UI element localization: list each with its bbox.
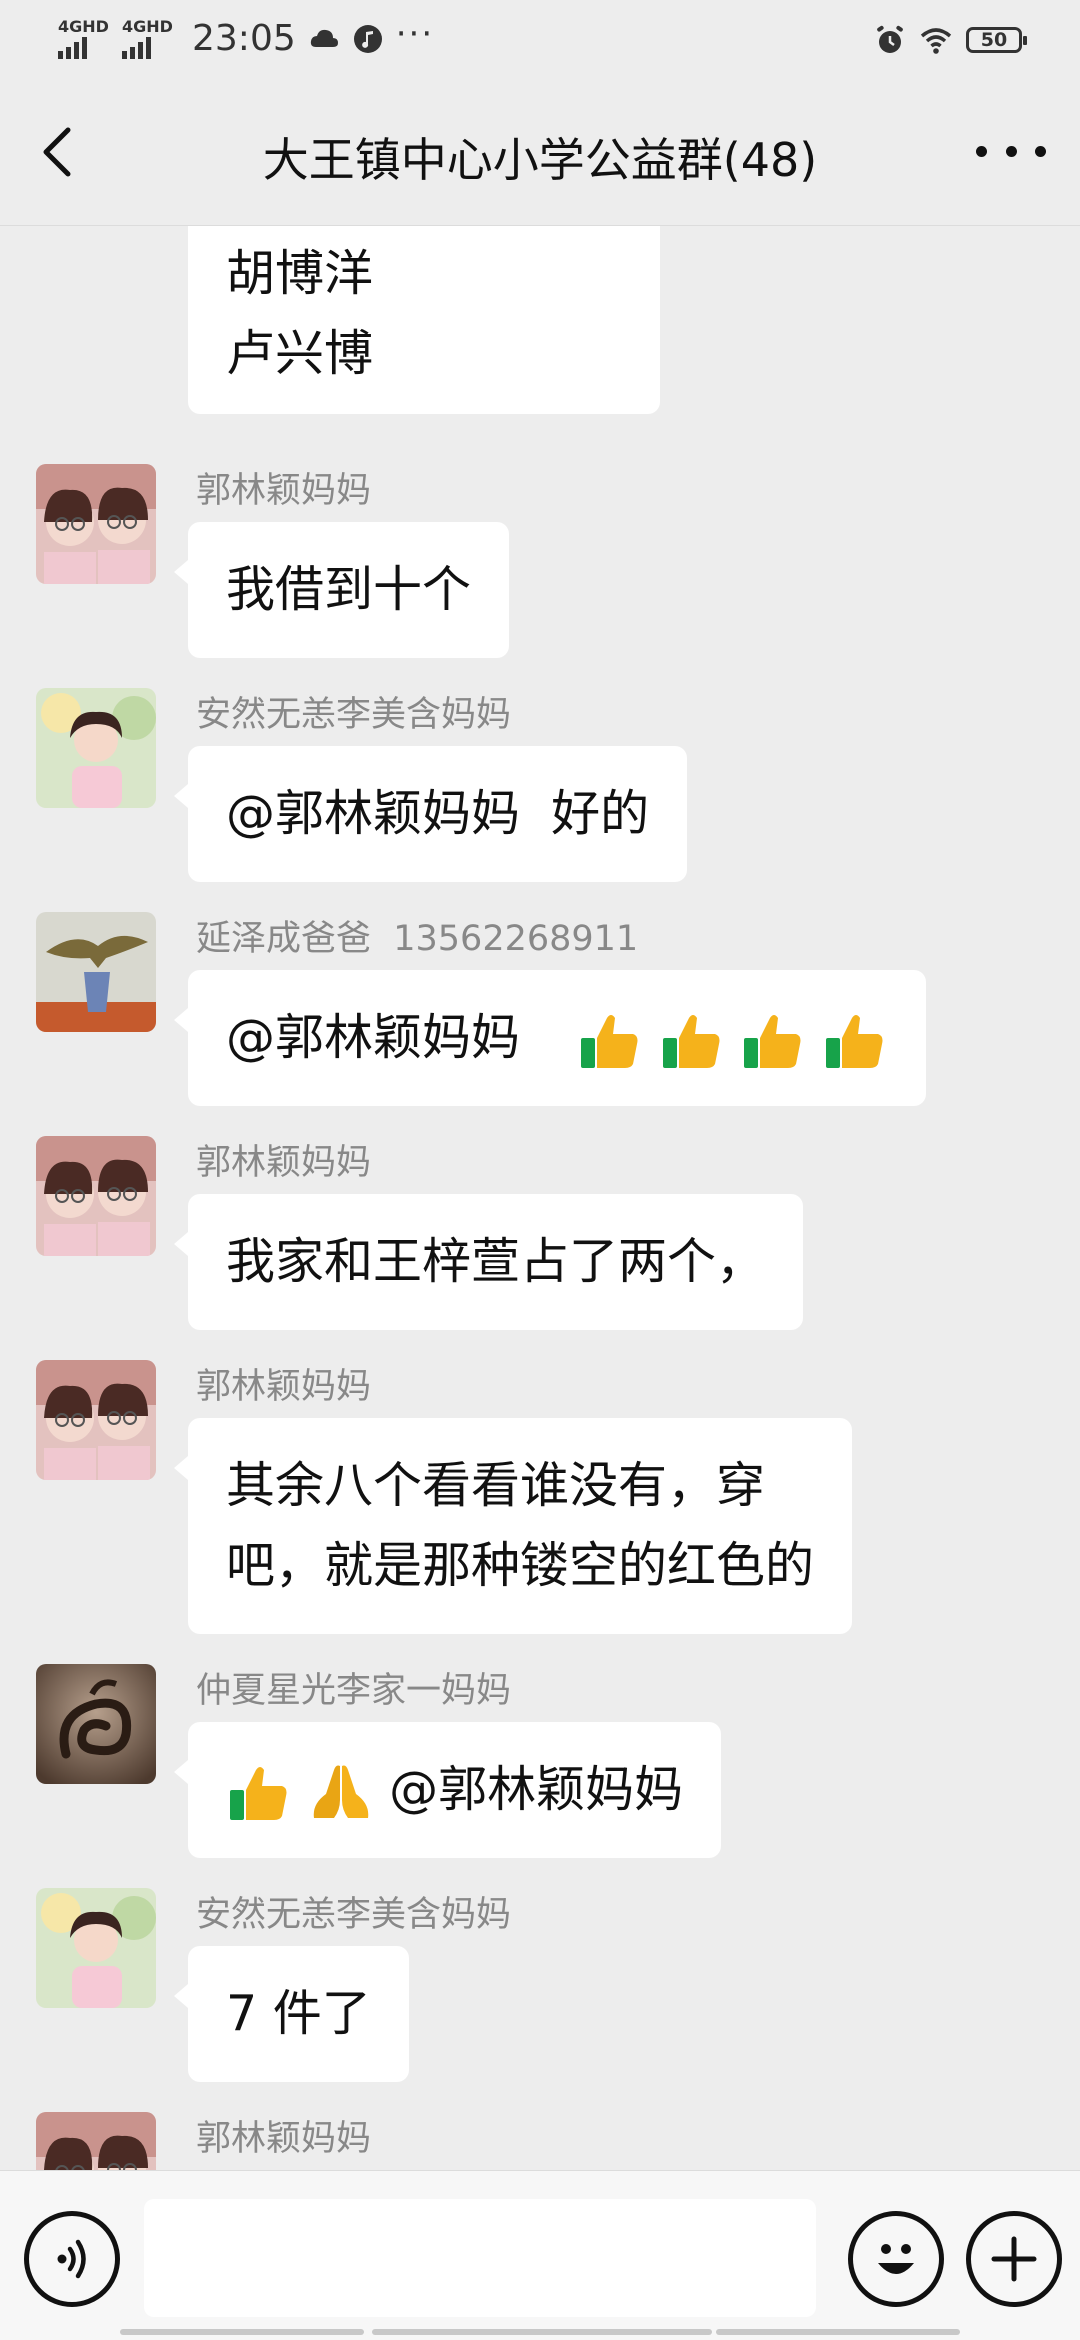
input-bar — [0, 2170, 1080, 2340]
message-bubble[interactable]: 胡博洋 卢兴博 — [188, 226, 660, 414]
alarm-icon — [877, 25, 903, 53]
sender-name: 安然无恙李美含妈妈 — [196, 1895, 512, 1935]
message-line: 胡博洋 — [226, 245, 374, 302]
gesture-bar — [716, 2329, 960, 2335]
message-bubble[interactable]: 我家和王梓萱占了两个， — [173, 1194, 804, 1330]
message-bubble[interactable]: @郭林颖妈妈 — [174, 970, 926, 1106]
chat-header: 大王镇中心小学公益群(48) — [0, 84, 1080, 226]
avatar[interactable] — [36, 464, 156, 584]
status-time: 23:05 — [192, 18, 296, 59]
thumbs-up-icon — [662, 1014, 720, 1068]
more-options-button[interactable] — [966, 2211, 1062, 2307]
sender-name: 仲夏星光李家一妈妈 — [196, 1671, 512, 1711]
gesture-bar — [372, 2329, 712, 2335]
message-bubble[interactable]: @郭林颖妈妈 — [173, 1722, 722, 1858]
message-text: @郭林颖妈妈 — [389, 1761, 684, 1818]
plus-icon — [991, 2236, 1037, 2282]
message-list[interactable]: 胡博洋 卢兴博 郭林颖妈妈 我借到十个 安然无恙李美含妈妈 @郭林颖妈妈 好的 … — [0, 226, 1080, 2170]
message-bubble[interactable]: @郭林颖妈妈 好的 — [173, 746, 688, 882]
praying-hands-icon — [313, 1765, 368, 1818]
more-notifications: ··· — [395, 13, 435, 54]
message-text: 我借到十个 — [226, 561, 472, 618]
message-input[interactable] — [144, 2199, 816, 2317]
thumbs-up-icon — [744, 1014, 801, 1068]
sender-name: 郭林颖妈妈 — [196, 1143, 372, 1183]
thumbs-up-icon — [230, 1766, 287, 1820]
signal-icon-2: 4GHD — [122, 18, 174, 59]
emoji-button[interactable] — [848, 2211, 944, 2307]
cloud-icon — [310, 29, 338, 47]
signal-icon: 4GHD — [58, 18, 110, 59]
thumbs-up-icon — [581, 1014, 638, 1068]
page-title: 大王镇中心小学公益群(48) — [262, 133, 818, 187]
thumbs-up-icon — [825, 1014, 883, 1068]
avatar[interactable] — [36, 1888, 156, 2008]
message-bubble[interactable]: 7 件了 — [174, 1946, 409, 2082]
sender-name: 延泽成爸爸 13562268911 — [196, 919, 639, 959]
battery-icon: 50 — [966, 27, 1027, 53]
avatar[interactable] — [36, 912, 156, 1032]
avatar[interactable] — [36, 688, 156, 808]
message-text: 我家和王梓萱占了两个， — [226, 1233, 766, 1290]
sender-name: 郭林颖妈妈 — [196, 471, 372, 511]
message-line: 吧，就是那种镂空的红色的 — [226, 1537, 815, 1594]
message-text: @郭林颖妈妈 — [226, 1009, 521, 1066]
message-line: 其余八个看看谁没有，穿 — [226, 1457, 766, 1514]
status-bar: 4GHD 4GHD 23:05 ··· 50 — [0, 0, 1080, 84]
avatar[interactable] — [36, 1360, 156, 1480]
sender-name: 郭林颖妈妈 — [196, 2119, 372, 2159]
sender-name: 郭林颖妈妈 — [196, 1367, 372, 1407]
smiley-icon — [878, 2244, 914, 2274]
message-bubble[interactable]: 我借到十个 — [173, 522, 510, 658]
gesture-bar — [120, 2329, 364, 2335]
avatar[interactable] — [36, 2112, 156, 2170]
music-icon — [353, 24, 382, 53]
sender-name: 安然无恙李美含妈妈 — [196, 695, 512, 735]
message-bubble[interactable]: 其余八个看看谁没有，穿 吧，就是那种镂空的红色的 — [173, 1418, 853, 1634]
message-text: 7 件了 — [226, 1985, 371, 2042]
wifi-icon — [920, 28, 952, 54]
voice-button[interactable] — [24, 2211, 120, 2307]
avatar[interactable] — [36, 1136, 156, 1256]
avatar[interactable] — [36, 1664, 156, 1784]
message-text: @郭林颖妈妈 好的 — [226, 785, 650, 842]
message-line: 卢兴博 — [226, 325, 374, 382]
voice-icon — [57, 2239, 86, 2279]
more-menu-button[interactable] — [976, 126, 1046, 176]
